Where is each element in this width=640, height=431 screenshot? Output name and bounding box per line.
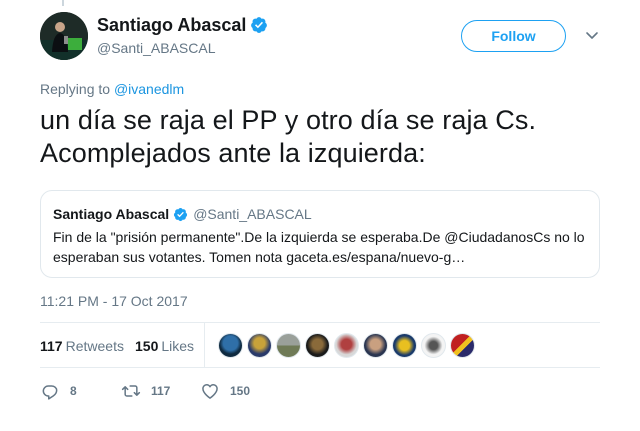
tweet-actions: 8 117 150 [40,380,440,402]
reply-button[interactable]: 8 [40,380,77,402]
reply-icon [42,385,58,400]
retweets-count: 117 [40,338,63,354]
chevron-down-icon[interactable] [585,28,599,42]
verified-badge-icon [251,17,268,33]
liker-avatar[interactable] [392,333,417,358]
tweet-header: Santiago Abascal @Santi_ABASCAL Follow [40,12,600,62]
liker-avatar[interactable] [334,333,359,358]
likes-stat[interactable]: 150 Likes [135,337,194,355]
heart-icon [202,384,218,399]
author-display-name[interactable]: Santiago Abascal [97,14,246,36]
stats-separator [204,323,205,367]
retweet-count: 117 [151,384,171,398]
avatar[interactable] [40,12,88,60]
liker-avatar[interactable] [247,333,272,358]
liker-avatar[interactable] [363,333,388,358]
divider [40,367,600,368]
likes-count: 150 [135,338,159,354]
quoted-author-handle: @Santi_ABASCAL [193,206,312,222]
likers-avatars [218,333,479,358]
like-count: 150 [230,384,251,398]
liker-avatar[interactable] [421,333,446,358]
thread-connector [62,0,64,6]
replying-to: Replying to @ivanedlm [40,80,184,98]
replying-to-prefix: Replying to [40,81,111,97]
likes-label: Likes [161,338,195,354]
like-button[interactable]: 150 [200,380,250,402]
tweet-text: un día se raja el PP y otro día se raja … [40,105,537,168]
retweet-button[interactable]: 117 [121,380,170,402]
replying-to-mention[interactable]: @ivanedlm [114,81,184,97]
author-handle[interactable]: @Santi_ABASCAL [97,39,216,57]
liker-avatar[interactable] [218,333,243,358]
tweet-stats: 117 Retweets 150 Likes [40,323,600,367]
liker-avatar[interactable] [305,333,330,358]
quoted-tweet[interactable]: Santiago Abascal @Santi_ABASCAL Fin de l… [40,190,600,278]
tweet-timestamp[interactable]: 11:21 PM - 17 Oct 2017 [40,292,188,310]
retweets-label: Retweets [65,338,124,354]
quoted-tweet-text: Fin de la "prisión permanente".De la izq… [53,229,585,265]
retweet-icon [121,385,141,397]
quoted-author-name: Santiago Abascal [53,206,170,222]
reply-count: 8 [70,384,77,398]
liker-avatar[interactable] [450,333,475,358]
follow-button[interactable]: Follow [461,20,566,52]
liker-avatar[interactable] [276,333,301,358]
retweets-stat[interactable]: 117 Retweets [40,337,124,355]
verified-badge-icon [174,207,188,221]
